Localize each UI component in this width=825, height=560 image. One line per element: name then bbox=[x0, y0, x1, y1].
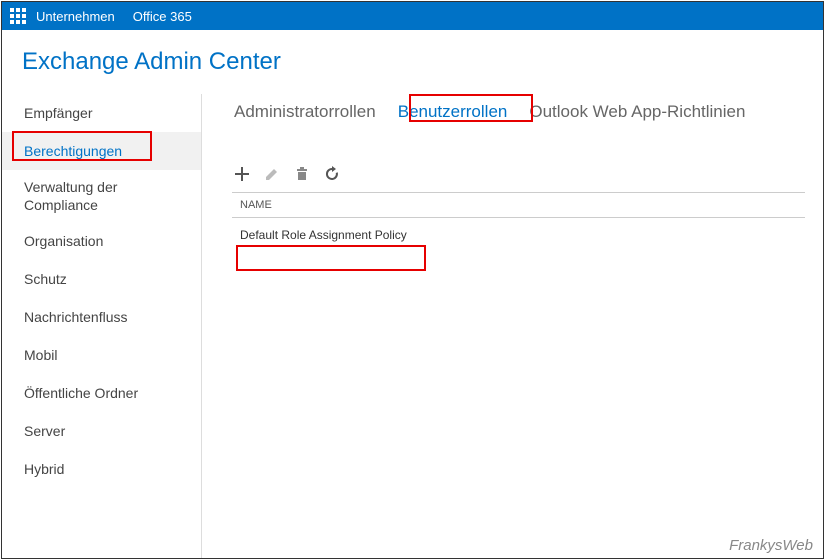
sidebar-item-hybrid[interactable]: Hybrid bbox=[2, 450, 202, 488]
sidebar-item-compliance[interactable]: Verwaltung der Compliance bbox=[2, 170, 152, 222]
table-row[interactable]: Default Role Assignment Policy bbox=[232, 218, 805, 252]
tab-administratorrollen[interactable]: Administratorrollen bbox=[232, 100, 378, 124]
top-nav-bar: Unternehmen Office 365 bbox=[2, 2, 823, 30]
refresh-button[interactable] bbox=[324, 166, 340, 182]
trash-icon bbox=[294, 166, 310, 182]
sidebar: Empfänger Berechtigungen Verwaltung der … bbox=[2, 90, 202, 558]
plus-icon bbox=[234, 166, 250, 182]
delete-button[interactable] bbox=[294, 166, 310, 182]
sidebar-item-oeffentliche-ordner[interactable]: Öffentliche Ordner bbox=[2, 374, 202, 412]
main-content: Administratorrollen Benutzerrollen Outlo… bbox=[202, 90, 823, 558]
watermark: FrankysWeb bbox=[729, 537, 813, 554]
sidebar-item-organisation[interactable]: Organisation bbox=[2, 222, 202, 260]
topnav-item-office365[interactable]: Office 365 bbox=[133, 9, 192, 24]
tabs: Administratorrollen Benutzerrollen Outlo… bbox=[232, 100, 805, 124]
edit-button[interactable] bbox=[264, 166, 280, 182]
sidebar-item-server[interactable]: Server bbox=[2, 412, 202, 450]
sidebar-item-empfaenger[interactable]: Empfänger bbox=[2, 94, 202, 132]
refresh-icon bbox=[324, 166, 340, 182]
sidebar-item-schutz[interactable]: Schutz bbox=[2, 260, 202, 298]
page-title: Exchange Admin Center bbox=[2, 30, 823, 90]
topnav-item-unternehmen[interactable]: Unternehmen bbox=[36, 9, 115, 24]
app-launcher-icon[interactable] bbox=[10, 8, 26, 24]
table-header-name: NAME bbox=[232, 192, 805, 218]
toolbar bbox=[234, 166, 805, 182]
sidebar-item-berechtigungen[interactable]: Berechtigungen bbox=[2, 132, 202, 170]
pencil-icon bbox=[264, 166, 280, 182]
sidebar-item-nachrichtenfluss[interactable]: Nachrichtenfluss bbox=[2, 298, 202, 336]
tab-benutzerrollen[interactable]: Benutzerrollen bbox=[396, 100, 510, 124]
sidebar-item-mobil[interactable]: Mobil bbox=[2, 336, 202, 374]
tab-owa-richtlinien[interactable]: Outlook Web App-Richtlinien bbox=[527, 100, 747, 124]
add-button[interactable] bbox=[234, 166, 250, 182]
